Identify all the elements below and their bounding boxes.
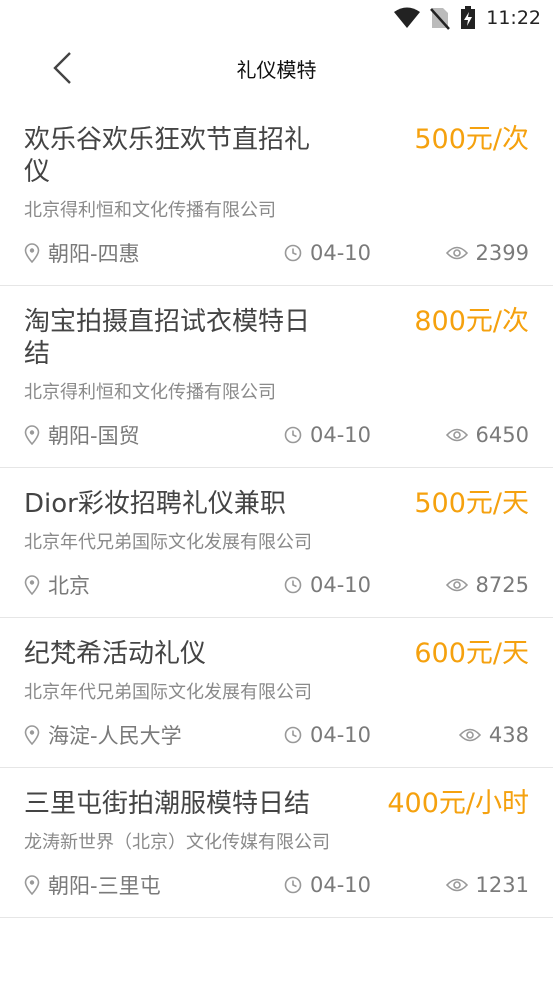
clock-icon [284, 244, 302, 262]
job-list-item[interactable]: 淘宝拍摄直招试衣模特日结 800元/次 北京得利恒和文化传播有限公司 朝阳-国贸… [0, 286, 553, 468]
job-price: 500元/次 [414, 124, 529, 155]
job-date: 04-10 [310, 723, 372, 747]
status-bar: 11:22 [0, 0, 553, 36]
job-location: 朝阳-四惠 [48, 242, 140, 266]
company-name: 北京得利恒和文化传播有限公司 [24, 200, 276, 221]
job-list: 欢乐谷欢乐狂欢节直招礼仪 500元/次 北京得利恒和文化传播有限公司 朝阳-四惠… [0, 104, 553, 918]
status-time: 11:22 [486, 7, 541, 29]
eye-icon [445, 877, 468, 893]
job-date: 04-10 [310, 573, 372, 597]
job-title: 淘宝拍摄直招试衣模特日结 [24, 307, 311, 369]
eye-icon [445, 427, 468, 443]
job-location: 朝阳-国贸 [48, 424, 140, 448]
job-price: 500元/天 [414, 488, 529, 519]
job-list-item[interactable]: Dior彩妆招聘礼仪兼职 500元/天 北京年代兄弟国际文化发展有限公司 北京 … [0, 468, 553, 618]
eye-icon [445, 245, 468, 261]
eye-icon [458, 727, 481, 743]
job-price: 600元/天 [414, 638, 529, 669]
location-pin-icon [24, 575, 40, 595]
view-count: 438 [488, 723, 529, 747]
wifi-icon [394, 7, 421, 29]
job-date: 04-10 [310, 241, 372, 265]
company-name: 北京得利恒和文化传播有限公司 [24, 382, 276, 403]
company-name: 北京年代兄弟国际文化发展有限公司 [24, 682, 312, 703]
page-title: 礼仪模特 [236, 58, 317, 82]
job-title: Dior彩妆招聘礼仪兼职 [24, 489, 286, 519]
job-title: 三里屯街拍潮服模特日结 [24, 789, 311, 819]
battery-charging-icon [460, 6, 476, 30]
location-pin-icon [24, 875, 40, 895]
view-count: 1231 [475, 873, 529, 897]
view-count: 6450 [475, 423, 529, 447]
status-icons: 11:22 [394, 6, 541, 30]
job-location: 朝阳-三里屯 [48, 874, 161, 898]
company-name: 龙涛新世界（北京）文化传媒有限公司 [24, 832, 330, 853]
job-location: 北京 [48, 574, 90, 598]
clock-icon [284, 876, 302, 894]
clock-icon [284, 576, 302, 594]
job-location: 海淀-人民大学 [48, 724, 182, 748]
job-title: 纪梵希活动礼仪 [24, 639, 207, 669]
location-pin-icon [24, 243, 40, 263]
job-price: 400元/小时 [387, 788, 529, 819]
job-date: 04-10 [310, 423, 372, 447]
job-date: 04-10 [310, 873, 372, 897]
location-pin-icon [24, 425, 40, 445]
job-list-item[interactable]: 欢乐谷欢乐狂欢节直招礼仪 500元/次 北京得利恒和文化传播有限公司 朝阳-四惠… [0, 104, 553, 286]
clock-icon [284, 726, 302, 744]
job-title: 欢乐谷欢乐狂欢节直招礼仪 [24, 125, 311, 187]
job-list-item[interactable]: 三里屯街拍潮服模特日结 400元/小时 龙涛新世界（北京）文化传媒有限公司 朝阳… [0, 768, 553, 918]
nav-bar: 礼仪模特 [0, 36, 553, 104]
view-count: 8725 [475, 573, 529, 597]
eye-icon [445, 577, 468, 593]
no-sim-icon [430, 6, 451, 30]
view-count: 2399 [475, 241, 529, 265]
job-price: 800元/次 [414, 306, 529, 337]
location-pin-icon [24, 725, 40, 745]
clock-icon [284, 426, 302, 444]
job-list-item[interactable]: 纪梵希活动礼仪 600元/天 北京年代兄弟国际文化发展有限公司 海淀-人民大学 … [0, 618, 553, 768]
company-name: 北京年代兄弟国际文化发展有限公司 [24, 532, 312, 553]
